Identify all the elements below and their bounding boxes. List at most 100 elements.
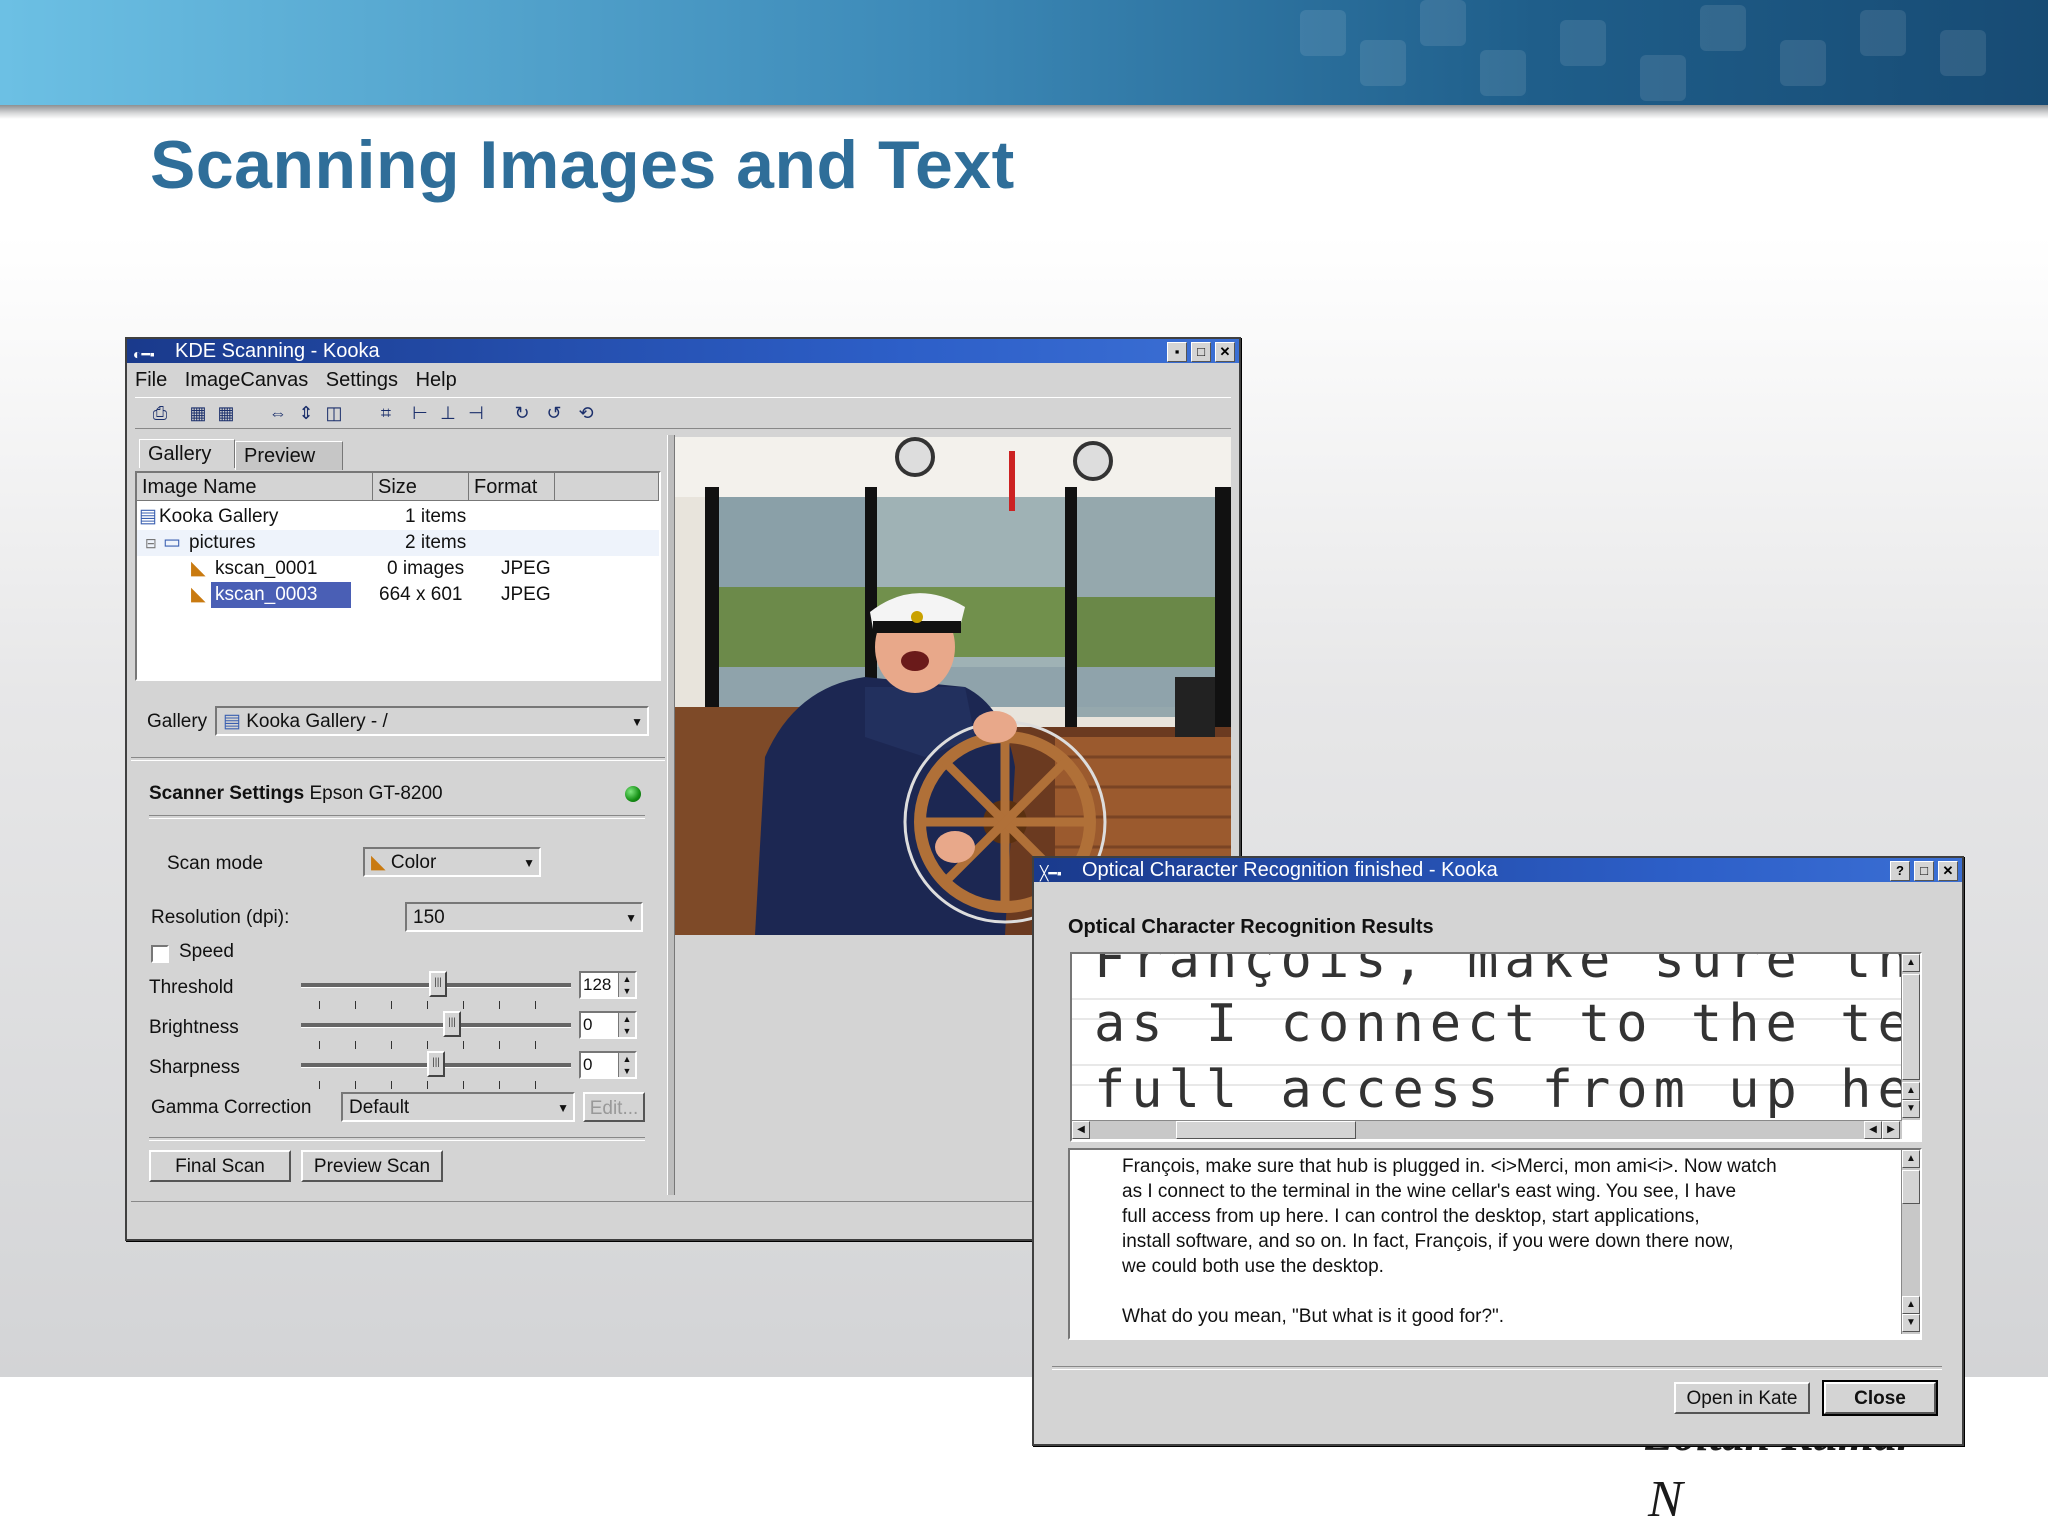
tab-preview[interactable]: Preview <box>235 441 343 470</box>
sharpness-value: 0 <box>583 1055 593 1074</box>
brightness-value: 0 <box>583 1015 593 1034</box>
column-size[interactable]: Size <box>373 473 469 501</box>
scroll-up-icon[interactable]: ▲ <box>1902 1296 1920 1314</box>
sharpness-slider-handle[interactable]: ||| <box>427 1051 445 1077</box>
gallery-icon: ▤ <box>139 506 157 527</box>
brightness-slider-handle[interactable]: ||| <box>443 1011 461 1037</box>
zoom-original-icon[interactable]: ◫ <box>323 402 345 424</box>
chevron-down-icon: ▼ <box>557 1101 569 1115</box>
kooka-titlebar[interactable]: ◐━▪ KDE Scanning - Kooka ▪ □ ✕ <box>127 339 1239 363</box>
spin-arrows-icon[interactable]: ▲ ▼ <box>618 1053 635 1077</box>
menu-bar: File ImageCanvas Settings Help <box>135 365 469 395</box>
close-dialog-button[interactable]: Close <box>1822 1380 1938 1416</box>
resolution-value: 150 <box>413 907 445 928</box>
preview-scan-button[interactable]: Preview Scan <box>301 1150 443 1182</box>
rotate-180-icon[interactable]: ⟲ <box>575 402 597 424</box>
scroll-down-icon[interactable]: ▼ <box>1902 1100 1920 1118</box>
rotate-clockwise-icon[interactable]: ↻ <box>511 402 533 424</box>
panel-splitter[interactable] <box>667 435 675 1195</box>
image-file-icon: ◣ <box>191 584 206 605</box>
ocr-text-vscroll[interactable]: ▲ ▲ ▼ <box>1901 1150 1920 1334</box>
ocr-image-vscroll[interactable]: ▲ ▲ ▼ <box>1901 954 1920 1120</box>
scroll-up-icon[interactable]: ▲ <box>1902 1082 1920 1100</box>
resolution-select[interactable]: 150 ▼ <box>405 902 643 932</box>
help-button[interactable]: ? <box>1890 861 1910 881</box>
scan-target-icon[interactable]: ▦ <box>215 402 237 424</box>
final-scan-button[interactable]: Final Scan <box>149 1150 291 1182</box>
maximize-button[interactable]: □ <box>1191 342 1211 362</box>
crop-icon[interactable]: ⌗ <box>375 402 397 424</box>
ocr-text-line: as I connect to the terminal in the wine… <box>1122 1181 1737 1202</box>
fit-height-icon[interactable]: ⇕ <box>295 402 317 424</box>
scroll-down-icon[interactable]: ▼ <box>1902 1314 1920 1332</box>
scroll-up-icon[interactable]: ▲ <box>1902 1150 1920 1168</box>
column-image-name[interactable]: Image Name <box>137 473 373 501</box>
scroll-right-icon[interactable]: ▶ <box>1882 1121 1900 1139</box>
rotate-counter-icon[interactable]: ↺ <box>543 402 565 424</box>
ocr-titlebar[interactable]: ╳━▪ Optical Character Recognition finish… <box>1034 858 1962 882</box>
minimize-button[interactable]: ▪ <box>1167 342 1187 362</box>
divider <box>149 1137 645 1141</box>
menu-help[interactable]: Help <box>416 369 457 391</box>
menu-imagecanvas[interactable]: ImageCanvas <box>185 369 308 391</box>
scroll-thumb[interactable] <box>1902 974 1920 1080</box>
close-button[interactable]: ✕ <box>1938 861 1958 881</box>
list-item[interactable]: ◣ kscan_0003 664 x 601 JPEG <box>137 582 659 608</box>
window-menu-icon[interactable]: ◐━▪ <box>133 342 169 362</box>
brightness-spinbox[interactable]: 0 ▲ ▼ <box>579 1011 637 1039</box>
image-list[interactable]: Image Name Size Format ▤ Kooka Gallery 1… <box>135 471 661 681</box>
mirror-both-icon[interactable]: ⊣ <box>465 402 487 424</box>
spin-arrows-icon[interactable]: ▲ ▼ <box>618 1013 635 1037</box>
resolution-label: Resolution (dpi): <box>151 907 290 928</box>
ocr-results-heading: Optical Character Recognition Results <box>1068 916 1434 938</box>
scroll-thumb[interactable] <box>1902 1170 1920 1204</box>
scan-mode-label: Scan mode <box>167 853 264 874</box>
mirror-vertical-icon[interactable]: ⊢ <box>409 402 431 424</box>
threshold-spinbox[interactable]: 128 ▲ ▼ <box>579 971 637 999</box>
tab-gallery[interactable]: Gallery <box>139 439 235 468</box>
maximize-button[interactable]: □ <box>1914 861 1934 881</box>
brightness-slider-track[interactable] <box>301 1023 571 1028</box>
window-menu-icon[interactable]: ╳━▪ <box>1040 861 1076 881</box>
slide-title: Scanning Images and Text <box>150 127 1015 203</box>
author-initial: N <box>1648 1471 1683 1528</box>
scanner-settings-label: Scanner Settings Epson GT-8200 <box>149 783 443 804</box>
sharpness-spinbox[interactable]: 0 ▲ ▼ <box>579 1051 637 1079</box>
fit-width-icon[interactable]: ⇔ <box>267 402 289 424</box>
scroll-left-icon[interactable]: ◀ <box>1864 1121 1882 1139</box>
item-size: 0 images <box>387 558 465 579</box>
menu-settings[interactable]: Settings <box>326 369 398 391</box>
gallery-path-select[interactable]: ▤ Kooka Gallery - / ▼ <box>215 706 649 736</box>
folder-icon: ▭ <box>163 532 181 553</box>
spin-arrows-icon[interactable]: ▲ ▼ <box>618 973 635 997</box>
collapse-icon[interactable]: ⊟ <box>145 530 157 556</box>
column-format[interactable]: Format <box>469 473 555 501</box>
scroll-thumb[interactable] <box>1176 1121 1356 1139</box>
threshold-slider-handle[interactable]: ||| <box>429 971 447 997</box>
gallery-icon: ▤ <box>223 711 247 732</box>
gamma-value: Default <box>349 1097 410 1118</box>
scroll-left-icon[interactable]: ◀ <box>1072 1121 1090 1139</box>
mirror-horizontal-icon[interactable]: ⊥ <box>437 402 459 424</box>
open-in-kate-button[interactable]: Open in Kate <box>1674 1382 1810 1414</box>
gallery-path-value: Kooka Gallery - / <box>246 711 388 732</box>
gamma-edit-button[interactable]: Edit... <box>583 1092 645 1122</box>
list-item[interactable]: ▤ Kooka Gallery 1 items <box>137 504 659 530</box>
close-button[interactable]: ✕ <box>1215 342 1235 362</box>
list-item[interactable]: ⊟ ▭ pictures 2 items <box>137 530 659 556</box>
gamma-select[interactable]: Default ▼ <box>341 1092 575 1122</box>
scan-mode-select[interactable]: ◣ Color ▼ <box>363 847 541 877</box>
brightness-label: Brightness <box>149 1017 239 1038</box>
divider <box>149 815 645 819</box>
chevron-down-icon: ▼ <box>631 715 643 729</box>
scroll-up-icon[interactable]: ▲ <box>1902 954 1920 972</box>
menu-file[interactable]: File <box>135 369 167 391</box>
list-item[interactable]: ◣ kscan_0001 0 images JPEG <box>137 556 659 582</box>
ocr-image-hscroll[interactable]: ◀ ◀ ▶ <box>1072 1120 1902 1139</box>
scan-source-icon[interactable]: ▦ <box>187 402 209 424</box>
ocr-text-line: François, make sure that hub is plugged … <box>1122 1156 1777 1177</box>
threshold-value: 128 <box>583 975 612 994</box>
print-icon[interactable]: ⎙ <box>149 402 171 424</box>
ocr-text-editor[interactable]: François, make sure that hub is plugged … <box>1068 1148 1922 1340</box>
speed-checkbox[interactable] <box>151 945 169 963</box>
